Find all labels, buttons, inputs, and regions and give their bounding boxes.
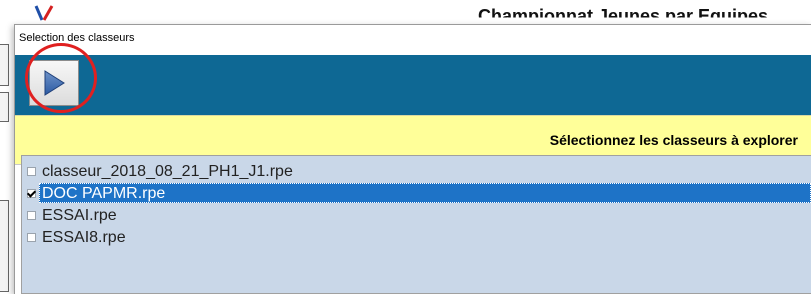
selection-dialog: Selection des classeurs Sélectionnez les… (14, 24, 811, 294)
file-checkbox[interactable] (27, 166, 36, 176)
instruction-text: Sélectionnez les classeurs à explorer (549, 132, 798, 148)
dialog-title: Selection des classeurs (19, 32, 135, 44)
list-item[interactable]: ESSAI8.rpe (22, 226, 811, 248)
file-name: ESSAI.rpe (42, 207, 117, 224)
file-checkbox[interactable] (27, 188, 36, 198)
file-name: classeur_2018_08_21_PH1_J1.rpe (42, 163, 293, 180)
list-item[interactable]: classeur_2018_08_21_PH1_J1.rpe (22, 160, 811, 182)
list-item[interactable]: DOC PAPMR.rpe (22, 182, 811, 204)
logo-icon (34, 5, 54, 21)
file-list[interactable]: classeur_2018_08_21_PH1_J1.rpe DOC PAPMR… (21, 155, 811, 294)
file-checkbox[interactable] (27, 210, 36, 220)
background-edge (0, 44, 9, 86)
file-name: DOC PAPMR.rpe (39, 183, 811, 203)
background-edge (0, 200, 9, 292)
background-edge (0, 92, 9, 122)
toolbar (15, 43, 811, 115)
file-name: ESSAI8.rpe (42, 229, 126, 246)
file-checkbox[interactable] (27, 232, 36, 242)
list-item[interactable]: ESSAI.rpe (22, 204, 811, 226)
play-icon (44, 70, 65, 96)
dialog-titlebar[interactable]: Selection des classeurs (15, 25, 811, 55)
run-button[interactable] (29, 60, 79, 106)
